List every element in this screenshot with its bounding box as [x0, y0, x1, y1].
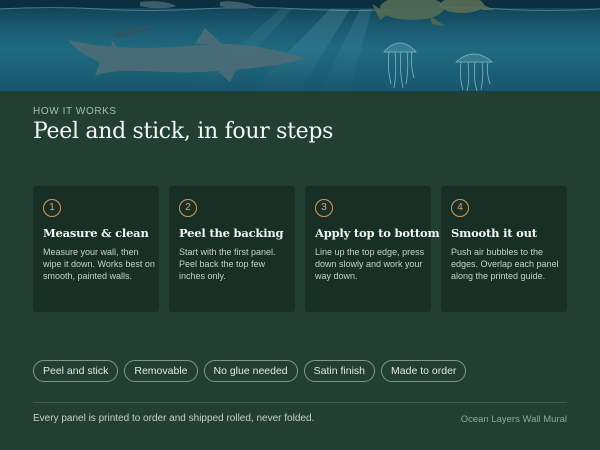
section-eyebrow: HOW IT WORKS [33, 106, 117, 117]
ocean-illustration [0, 0, 600, 91]
footer-divider [33, 402, 567, 403]
step-card-3: 3 Apply top to bottom Line up the top ed… [305, 186, 440, 312]
product-name: Ocean Layers Wall Mural [460, 414, 567, 425]
section-title: Peel and stick, in four steps [33, 119, 334, 144]
step-description: Line up the top edge, press down slowly … [315, 247, 425, 281]
step-title: Measure & clean [43, 226, 149, 240]
step-description: Push air bubbles to the edges. Overlap e… [451, 247, 559, 281]
tag-satin-finish: Satin finish [303, 360, 376, 382]
step-description: Start with the first panel. Peel back th… [179, 247, 276, 281]
step-title: Smooth it out [451, 226, 537, 240]
tag-made-to-order: Made to order [381, 360, 467, 382]
tag-removable: Removable [124, 360, 198, 382]
step-number-badge: 4 [451, 199, 469, 217]
hero-image [0, 0, 600, 91]
shipping-note: Every panel is printed to order and ship… [33, 413, 315, 424]
turtle-icon [372, 0, 445, 26]
step-number-badge: 2 [179, 199, 197, 217]
step-title: Peel the backing [179, 226, 284, 240]
step-card-1: 1 Measure & clean Measure your wall, the… [33, 186, 159, 312]
step-card-4: 4 Smooth it out Push air bubbles to the … [441, 186, 567, 312]
step-number-badge: 3 [315, 199, 333, 217]
step-card-2: 2 Peel the backing Start with the first … [169, 186, 295, 312]
step-description: Measure your wall, then wipe it down. Wo… [43, 247, 155, 281]
feature-tags: Peel and stick Removable No glue needed … [33, 360, 467, 382]
jellyfish-icon [383, 42, 494, 91]
tag-peel-and-stick: Peel and stick [33, 360, 119, 382]
step-title: Apply top to bottom [315, 226, 440, 240]
small-shark-icon [112, 24, 155, 38]
step-number-badge: 1 [43, 199, 61, 217]
tag-no-glue-needed: No glue needed [203, 360, 298, 382]
